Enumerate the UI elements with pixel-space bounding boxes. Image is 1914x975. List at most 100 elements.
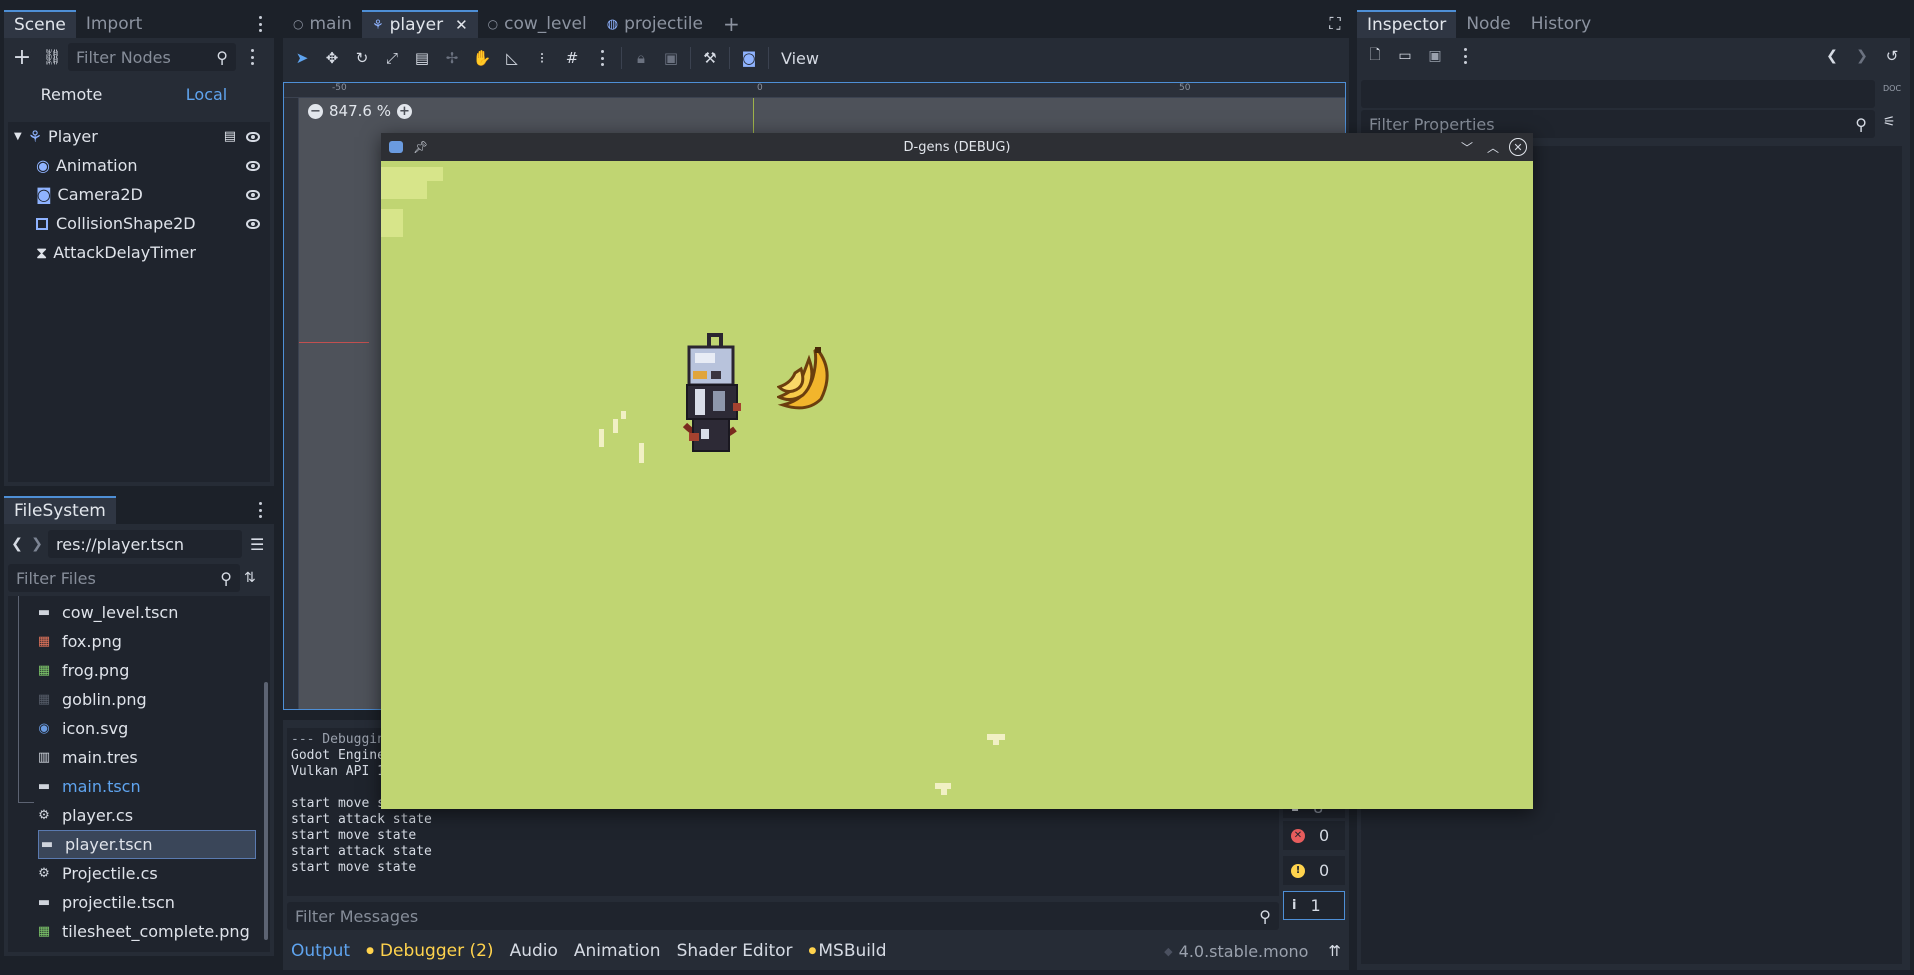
tab-inspector[interactable]: Inspector (1357, 10, 1457, 38)
tab-audio[interactable]: Audio (510, 941, 558, 961)
tab-animation[interactable]: Animation (574, 941, 661, 961)
group-icon[interactable]: ▣ (656, 43, 686, 73)
close-icon[interactable]: ✕ (455, 16, 468, 34)
tab-import[interactable]: Import (76, 10, 152, 38)
visibility-eye-icon[interactable] (246, 131, 260, 142)
camera-override-icon[interactable]: ◙ (734, 43, 764, 73)
zoom-in-icon[interactable]: + (396, 103, 412, 119)
smart-snap-icon[interactable]: ⁝ (527, 43, 557, 73)
visibility-eye-icon[interactable] (246, 218, 260, 229)
back-arrow-icon[interactable]: ❮ (8, 536, 26, 552)
recent-history-icon[interactable]: ↺ (1878, 42, 1906, 70)
new-resource-icon[interactable]: 🗋︎ (1361, 42, 1389, 70)
tree-node-attackdelaytimer[interactable]: ⧗ AttackDelayTimer (8, 238, 270, 267)
list-select-icon[interactable]: ▤ (407, 43, 437, 73)
grid-snap-icon[interactable]: # (557, 43, 587, 73)
file-item[interactable]: ▦ fox.png (36, 627, 256, 656)
inspector-menu-icon[interactable] (1451, 42, 1479, 70)
zoom-out-icon[interactable]: − (308, 103, 323, 119)
collision-shape-icon (36, 217, 48, 230)
tab-projectile[interactable]: ◍ projectile (597, 10, 713, 38)
lock-icon[interactable]: 🔒︎ (626, 43, 656, 73)
rotate-tool-icon[interactable]: ↻ (347, 43, 377, 73)
window-close-icon[interactable]: ✕ (1509, 138, 1527, 156)
split-view-icon[interactable]: ☰ (250, 535, 264, 554)
file-item[interactable]: ⚙ player.cs (36, 801, 256, 830)
file-item[interactable]: ▬ main.tscn (36, 772, 256, 801)
zoom-level[interactable]: 847.6 % (329, 102, 391, 120)
link-icon[interactable]: ⛓ (38, 43, 66, 71)
maximize-icon[interactable]: ︿ (1487, 139, 1499, 156)
add-node-icon[interactable]: + (8, 43, 36, 71)
path-field[interactable]: res://player.tscn (48, 530, 242, 558)
file-item-selected[interactable]: ▬ player.tscn (38, 830, 256, 859)
tab-debugger[interactable]: ● Debugger (2) (366, 941, 494, 961)
tab-msbuild[interactable]: ● MSBuild (809, 941, 887, 961)
fullscreen-icon[interactable]: ⛶ (1321, 10, 1349, 38)
tree-node-collisionshape2d[interactable]: CollisionShape2D (8, 209, 270, 238)
tab-cow-level[interactable]: ○ cow_level (478, 10, 597, 38)
grass-patch (381, 175, 427, 199)
dock-menu-icon[interactable] (246, 10, 274, 38)
file-item[interactable]: ▬ projectile.tscn (36, 888, 256, 917)
window-titlebar[interactable]: 📌︎ D-gens (DEBUG) ﹀ ︿ ✕ (381, 133, 1533, 161)
file-item[interactable]: ▦ frog.png (36, 656, 256, 685)
visibility-eye-icon[interactable] (246, 160, 260, 171)
object-selector[interactable] (1361, 80, 1875, 108)
image-icon: ▦ (37, 663, 51, 678)
file-item[interactable]: ▦ goblin.png (36, 685, 256, 714)
local-button[interactable]: Local (139, 80, 274, 108)
remote-button[interactable]: Remote (4, 80, 139, 108)
select-tool-icon[interactable]: ➤ (287, 43, 317, 73)
tree-node-camera2d[interactable]: ◙ Camera2D (8, 180, 270, 209)
save-icon[interactable]: ▣ (1421, 42, 1449, 70)
tab-output[interactable]: Output (291, 941, 350, 961)
pin-icon[interactable]: 📌︎ (413, 140, 428, 154)
add-tab-button[interactable]: + (713, 10, 750, 38)
move-tool-icon[interactable]: ✥ (317, 43, 347, 73)
doc-icon[interactable]: DOC (1883, 84, 1901, 93)
file-item[interactable]: ◉ icon.svg (36, 714, 256, 743)
tab-filesystem[interactable]: FileSystem (4, 496, 116, 524)
file-item[interactable]: ▬ cow_level.tscn (36, 598, 256, 627)
property-settings-icon[interactable]: ⚟ (1883, 114, 1896, 130)
game-viewport[interactable] (381, 161, 1533, 809)
visibility-eye-icon[interactable] (246, 189, 260, 200)
dock-menu-icon[interactable] (246, 496, 274, 524)
file-item[interactable]: ▥ main.tres (36, 743, 256, 772)
tab-node[interactable]: Node (1456, 10, 1520, 38)
script-icon[interactable]: ▤ (224, 129, 236, 144)
pan-tool-icon[interactable]: ✋ (467, 43, 497, 73)
tab-history[interactable]: History (1521, 10, 1601, 38)
filter-messages-input[interactable]: Filter Messages ⚲ (287, 902, 1279, 930)
scene-menu-icon[interactable] (238, 43, 266, 71)
pin-panel-icon[interactable]: ⇈ (1324, 942, 1345, 960)
collapse-arrow-icon[interactable]: ▼ (14, 131, 22, 142)
minimize-icon[interactable]: ﹀ (1461, 139, 1473, 156)
bone-icon[interactable]: ⚒ (695, 43, 725, 73)
scrollbar[interactable] (264, 682, 268, 940)
tab-player[interactable]: ⚘ player ✕ (361, 10, 478, 38)
forward-arrow-icon[interactable]: ❯ (28, 536, 46, 552)
file-item[interactable]: ⚙ Projectile.cs (36, 859, 256, 888)
pivot-tool-icon[interactable]: ✢ (437, 43, 467, 73)
tab-main[interactable]: ○ main (283, 10, 362, 38)
tree-node-player[interactable]: ▼ ⚘ Player ▤ (8, 122, 270, 151)
open-folder-icon[interactable]: ▭ (1391, 42, 1419, 70)
filter-files-input[interactable]: Filter Files ⚲ (8, 564, 240, 592)
error-filter-button[interactable]: ✕ 0 (1283, 821, 1345, 850)
history-back-icon[interactable]: ❮ (1818, 42, 1846, 70)
file-item[interactable]: ▦ tilesheet_complete.png (36, 917, 256, 946)
scale-tool-icon[interactable]: ⤢ (377, 43, 407, 73)
info-filter-button[interactable]: i1 (1283, 891, 1345, 920)
snap-options-icon[interactable] (587, 43, 617, 73)
view-menu[interactable]: View (773, 49, 827, 68)
ruler-tool-icon[interactable]: ◺ (497, 43, 527, 73)
warning-filter-button[interactable]: ! 0 (1283, 856, 1345, 885)
tab-shader-editor[interactable]: Shader Editor (677, 941, 793, 961)
tree-node-animation[interactable]: ◉ Animation (8, 151, 270, 180)
history-forward-icon[interactable]: ❯ (1848, 42, 1876, 70)
sort-icon[interactable]: ⇅ (244, 570, 256, 586)
tab-scene[interactable]: Scene (4, 10, 76, 38)
filter-nodes-input[interactable]: Filter Nodes ⚲ (68, 43, 236, 71)
